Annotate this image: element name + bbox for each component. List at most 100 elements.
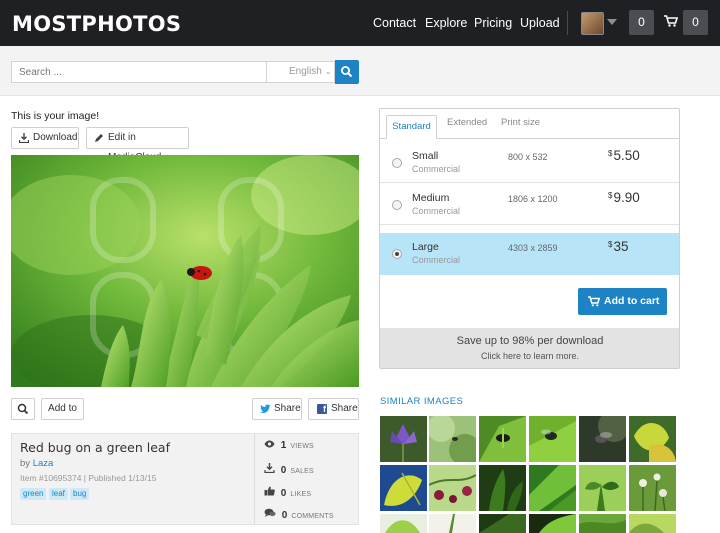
similar-thumb[interactable] bbox=[479, 514, 526, 533]
similar-thumb[interactable] bbox=[529, 514, 576, 533]
sprout-thumb bbox=[579, 465, 626, 511]
language-value: English bbox=[289, 66, 322, 77]
avatar[interactable] bbox=[581, 12, 604, 35]
similar-thumb[interactable] bbox=[479, 416, 526, 462]
dark-leaves-thumb bbox=[479, 465, 526, 511]
similar-thumb[interactable] bbox=[479, 465, 526, 511]
tag-bug[interactable]: bug bbox=[70, 488, 90, 500]
add-to-button[interactable]: Add to bbox=[41, 398, 84, 420]
author-line: by Laza bbox=[20, 458, 53, 469]
nav-explore[interactable]: Explore bbox=[425, 16, 467, 30]
price-option-large[interactable]: Large Commercial 4303 x 2859 $35 bbox=[380, 233, 679, 275]
similar-thumb[interactable] bbox=[629, 416, 676, 462]
likes-count: 0 bbox=[280, 488, 287, 499]
radio-large[interactable] bbox=[392, 249, 402, 259]
nav-upload[interactable]: Upload bbox=[520, 16, 560, 30]
similar-thumb[interactable] bbox=[579, 465, 626, 511]
autumn-leaves-thumb bbox=[629, 416, 676, 462]
license-type: Commercial bbox=[412, 164, 461, 174]
download-icon bbox=[19, 133, 29, 143]
search-input[interactable] bbox=[11, 61, 266, 83]
similar-thumb[interactable] bbox=[579, 416, 626, 462]
twitter-share-label: Share bbox=[274, 403, 301, 414]
green-bokeh-thumb bbox=[429, 416, 476, 462]
add-to-cart-button[interactable]: Add to cart bbox=[578, 288, 667, 315]
add-to-cart-label: Add to cart bbox=[604, 295, 660, 307]
caret-down-icon[interactable] bbox=[607, 19, 617, 25]
search-button[interactable] bbox=[335, 60, 359, 84]
comments-icon bbox=[264, 508, 276, 517]
similar-thumb[interactable] bbox=[380, 416, 427, 462]
purple-crocus-thumb bbox=[380, 416, 427, 462]
facebook-share-button[interactable]: f Share bbox=[308, 398, 359, 420]
dimensions: 800 x 532 bbox=[508, 152, 548, 162]
sales-label: SALES bbox=[290, 468, 314, 475]
main-photo[interactable] bbox=[11, 155, 359, 387]
site-logo[interactable]: MOSTPHOTOS bbox=[12, 12, 181, 36]
similar-images-heading: SIMILAR IMAGES bbox=[380, 396, 464, 407]
image-info-panel: Red bug on a green leaf by Laza Item #10… bbox=[11, 433, 359, 525]
nav-contact[interactable]: Contact bbox=[373, 16, 416, 30]
pencil-icon bbox=[95, 134, 103, 142]
cart-icon[interactable] bbox=[664, 15, 679, 30]
download-icon bbox=[264, 463, 275, 474]
price: $35 bbox=[608, 239, 628, 254]
similar-thumb[interactable] bbox=[429, 465, 476, 511]
radio-small[interactable] bbox=[392, 158, 402, 168]
leaf-thumb bbox=[380, 514, 427, 533]
similar-thumb[interactable] bbox=[380, 514, 427, 533]
size-name: Large bbox=[412, 241, 439, 253]
similar-thumb[interactable] bbox=[579, 514, 626, 533]
item-published-line: Item #10695374 | Published 1/13/15 bbox=[20, 473, 157, 483]
similar-thumb[interactable] bbox=[529, 416, 576, 462]
dimensions: 1806 x 1200 bbox=[508, 194, 558, 204]
price-value: 5.50 bbox=[613, 148, 640, 163]
notification-count[interactable]: 0 bbox=[629, 10, 654, 35]
edit-in-mediacloud-button[interactable]: Edit in MediaCloud bbox=[86, 127, 189, 163]
tag-leaf[interactable]: leaf bbox=[49, 488, 68, 500]
currency: $ bbox=[608, 191, 613, 200]
license-type: Commercial bbox=[412, 255, 461, 265]
top-navbar: MOSTPHOTOS Contact Explore Pricing Uploa… bbox=[0, 0, 720, 46]
stem-thumb bbox=[429, 514, 476, 533]
price-value: 9.90 bbox=[613, 190, 640, 205]
currency: $ bbox=[608, 240, 613, 249]
size-name: Small bbox=[412, 150, 439, 162]
price-option-small[interactable]: Small Commercial 800 x 532 $5.50 bbox=[380, 142, 679, 183]
views-stat: 1 VIEWS bbox=[264, 440, 314, 451]
your-image-notice: This is your image! bbox=[11, 110, 100, 122]
download-button[interactable]: Download bbox=[11, 127, 79, 149]
twitter-share-button[interactable]: Share bbox=[252, 398, 302, 420]
fly-on-leaf-thumb bbox=[529, 416, 576, 462]
likes-stat: 0 LIKES bbox=[264, 486, 311, 499]
similar-thumb[interactable] bbox=[429, 514, 476, 533]
tab-print-size[interactable]: Print size bbox=[501, 117, 540, 128]
nav-pricing[interactable]: Pricing bbox=[474, 16, 512, 30]
dark-green-thumb bbox=[479, 514, 526, 533]
save-promo[interactable]: Save up to 98% per download Click here t… bbox=[380, 328, 679, 368]
add-to-label: Add to bbox=[48, 403, 77, 414]
chevron-down-icon: ⌄ bbox=[324, 67, 332, 76]
similar-thumb[interactable] bbox=[429, 416, 476, 462]
similar-thumb[interactable] bbox=[529, 465, 576, 511]
similar-thumb[interactable] bbox=[380, 465, 427, 511]
learn-more-link[interactable]: Click here to learn more. bbox=[380, 351, 679, 361]
tab-standard[interactable]: Standard bbox=[386, 115, 437, 139]
likes-label: LIKES bbox=[290, 491, 312, 498]
price: $5.50 bbox=[608, 148, 640, 163]
similar-thumb[interactable] bbox=[629, 514, 676, 533]
similar-thumb[interactable] bbox=[629, 465, 676, 511]
twitter-icon bbox=[260, 404, 271, 413]
radio-medium[interactable] bbox=[392, 200, 402, 210]
price-option-medium[interactable]: Medium Commercial 1806 x 1200 $9.90 bbox=[380, 184, 679, 225]
eye-icon bbox=[264, 440, 275, 448]
image-title: Red bug on a green leaf bbox=[20, 440, 170, 455]
tab-extended[interactable]: Extended bbox=[447, 117, 487, 128]
cart-count[interactable]: 0 bbox=[683, 10, 708, 35]
zoom-button[interactable] bbox=[11, 398, 35, 420]
author-link[interactable]: Laza bbox=[33, 458, 54, 469]
tag-green[interactable]: green bbox=[20, 488, 47, 500]
green-blades-thumb bbox=[529, 465, 576, 511]
language-select[interactable]: English ⌄ bbox=[266, 61, 335, 83]
ladybug-on-leaf-image bbox=[11, 155, 359, 387]
